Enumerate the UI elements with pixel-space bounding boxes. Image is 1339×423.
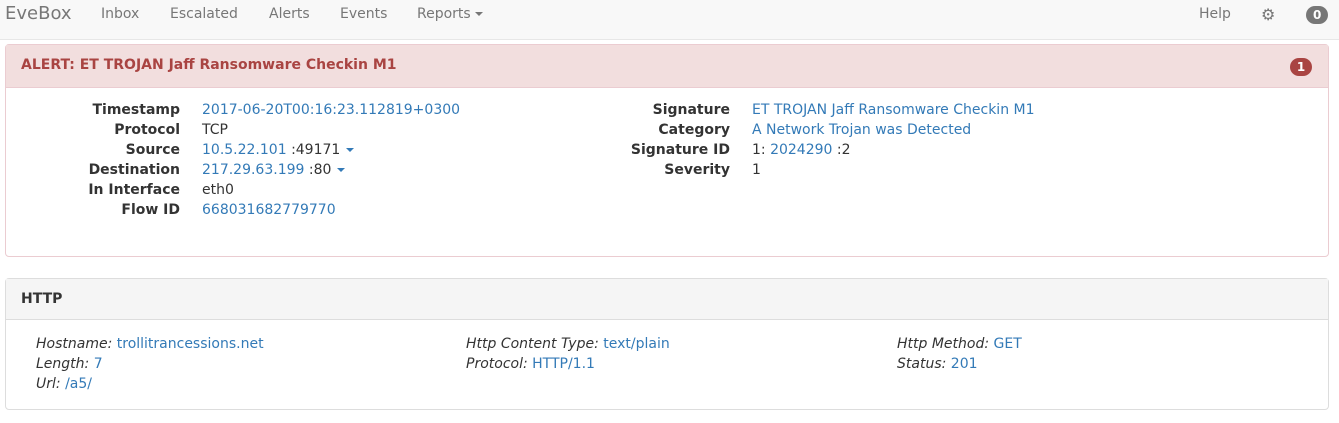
signature-rev: :2	[836, 142, 851, 158]
notification-badge[interactable]: 0	[1306, 6, 1329, 24]
nav-alerts[interactable]: Alerts	[269, 6, 310, 22]
signature-value[interactable]: ET TROJAN Jaff Ransomware Checkin M1	[752, 102, 1035, 118]
chevron-down-icon	[474, 12, 483, 16]
method-value[interactable]: GET	[994, 336, 1022, 352]
method-label: Http Method:	[897, 336, 990, 352]
destination-ip-link[interactable]: 217.29.63.199	[202, 162, 304, 178]
flow-id-value[interactable]: 668031682779770	[202, 202, 336, 218]
source-port: :49171	[291, 142, 341, 158]
http-content-type: Http Content Type: text/plain	[466, 334, 670, 354]
nav-events[interactable]: Events	[340, 6, 387, 22]
status-label: Status:	[897, 356, 947, 372]
category-label: Category	[658, 122, 730, 138]
http-title: HTTP	[21, 291, 63, 307]
destination-label: Destination	[88, 162, 180, 178]
category-value[interactable]: A Network Trojan was Detected	[752, 122, 971, 138]
signature-id-link[interactable]: 2024290	[770, 142, 832, 158]
http-panel: HTTP Hostname: trollitrancessions.net Le…	[5, 278, 1329, 410]
status-value[interactable]: 201	[951, 356, 978, 372]
severity-value: 1	[752, 162, 761, 178]
destination-value[interactable]: 217.29.63.199 :80	[202, 162, 346, 178]
nav-help[interactable]: Help	[1199, 6, 1231, 22]
severity-label: Severity	[664, 162, 730, 178]
alert-panel: ALERT: ET TROJAN Jaff Ransomware Checkin…	[5, 44, 1329, 257]
nav-inbox[interactable]: Inbox	[101, 6, 139, 22]
hostname-label: Hostname:	[36, 336, 113, 352]
content-type-label: Http Content Type:	[466, 336, 599, 352]
alert-title: ALERT: ET TROJAN Jaff Ransomware Checkin…	[21, 57, 397, 73]
http-protocol-label: Protocol:	[466, 356, 528, 372]
http-url: Url: /a5/	[36, 374, 92, 394]
gear-icon[interactable]: ⚙	[1261, 5, 1275, 24]
http-protocol: Protocol: HTTP/1.1	[466, 354, 595, 374]
length-value[interactable]: 7	[94, 356, 103, 372]
nav-reports-label: Reports	[417, 6, 471, 22]
http-status: Status: 201	[897, 354, 978, 374]
alert-count-badge: 1	[1290, 58, 1312, 76]
protocol-label: Protocol	[114, 122, 180, 138]
signature-label: Signature	[652, 102, 730, 118]
flow-id-label: Flow ID	[121, 202, 180, 218]
timestamp-value[interactable]: 2017-06-20T00:16:23.112819+0300	[202, 102, 460, 118]
source-value[interactable]: 10.5.22.101 :49171	[202, 142, 355, 158]
hostname-value[interactable]: trollitrancessions.net	[117, 336, 264, 352]
http-method: Http Method: GET	[897, 334, 1022, 354]
content-type-value[interactable]: text/plain	[603, 336, 669, 352]
signature-id-value: 1: 2024290 :2	[752, 142, 851, 158]
http-length: Length: 7	[36, 354, 103, 374]
top-navbar: EveBox Inbox Escalated Alerts Events Rep…	[0, 0, 1339, 40]
url-label: Url:	[36, 376, 61, 392]
timestamp-label: Timestamp	[92, 102, 180, 118]
in-interface-value: eth0	[202, 182, 234, 198]
signature-id-label: Signature ID	[630, 142, 730, 158]
protocol-value: TCP	[202, 122, 228, 138]
source-ip-link[interactable]: 10.5.22.101	[202, 142, 287, 158]
source-label: Source	[125, 142, 180, 158]
http-hostname: Hostname: trollitrancessions.net	[36, 334, 264, 354]
destination-dropdown-icon[interactable]	[337, 168, 346, 172]
nav-escalated[interactable]: Escalated	[170, 6, 238, 22]
signature-gid: 1:	[752, 142, 766, 158]
alert-panel-heading: ALERT: ET TROJAN Jaff Ransomware Checkin…	[6, 45, 1328, 88]
source-dropdown-icon[interactable]	[346, 148, 355, 152]
length-label: Length:	[36, 356, 90, 372]
destination-port: :80	[308, 162, 332, 178]
in-interface-label: In Interface	[88, 182, 180, 198]
url-value[interactable]: /a5/	[65, 376, 92, 392]
nav-reports-dropdown[interactable]: Reports	[417, 6, 483, 22]
brand-logo[interactable]: EveBox	[5, 3, 72, 24]
http-protocol-value[interactable]: HTTP/1.1	[532, 356, 595, 372]
http-panel-heading: HTTP	[6, 279, 1328, 320]
